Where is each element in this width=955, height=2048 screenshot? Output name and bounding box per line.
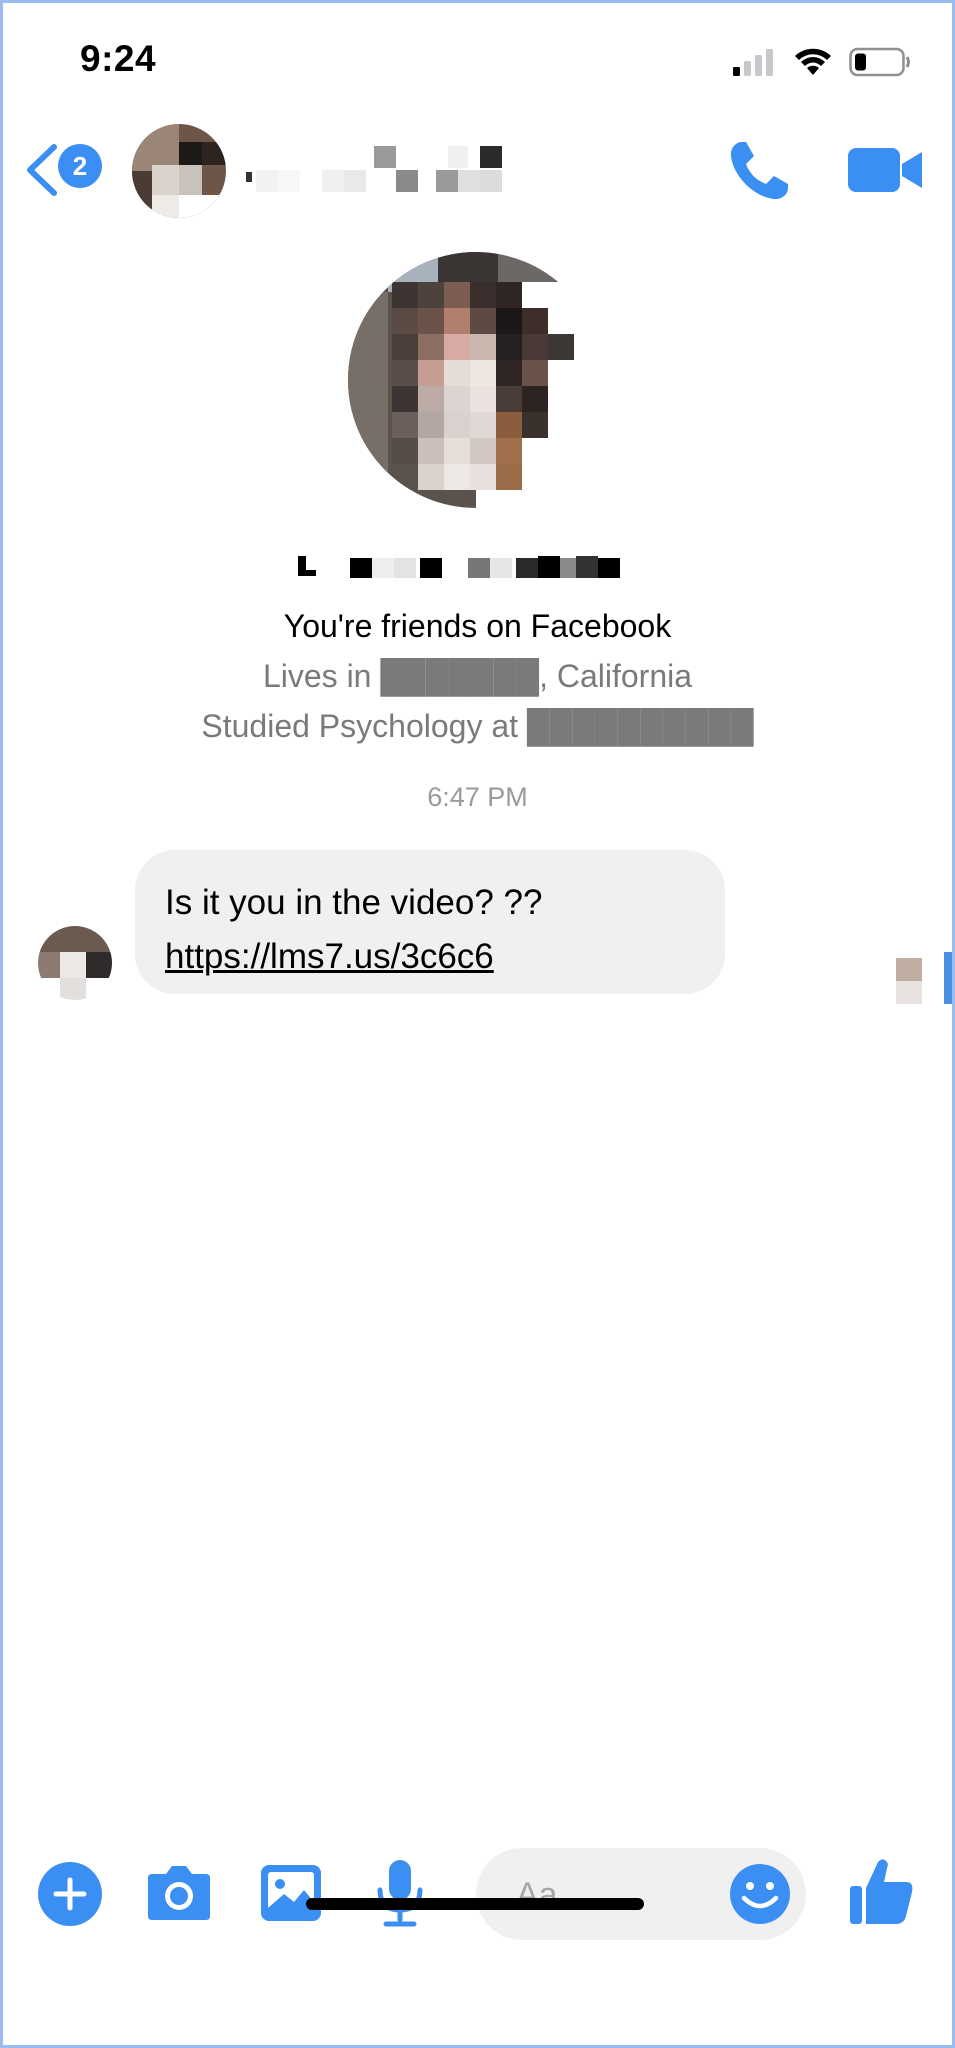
wifi-icon (795, 48, 831, 75)
profile-name-redacted (298, 548, 662, 584)
voice-call-button[interactable] (726, 138, 792, 204)
studied-at-text: Studied Psychology at ██████████ (201, 708, 754, 744)
image-icon (261, 1865, 321, 1921)
emoji-button[interactable] (728, 1862, 792, 1926)
battery-icon (849, 47, 910, 77)
message-timestamp: 6:47 PM (427, 782, 528, 812)
message-bubble[interactable]: Is it you in the video? ?? https://lms7.u… (135, 850, 725, 994)
microphone-icon (377, 1860, 423, 1927)
voice-message-button[interactable] (372, 1858, 428, 1928)
video-call-button[interactable] (848, 146, 922, 194)
sender-avatar[interactable] (38, 926, 112, 1000)
lives-in-text: Lives in ███████, California (262, 658, 693, 694)
camera-button[interactable] (144, 1862, 214, 1924)
pixelated-receipt-avatar (896, 958, 922, 1004)
pixelated-avatar-image (132, 124, 226, 218)
unread-count-badge: 2 (58, 144, 102, 188)
profile-photo[interactable] (348, 252, 604, 508)
status-time: 9:24 (80, 38, 157, 79)
contact-name-redacted[interactable] (238, 146, 518, 196)
smiley-icon (730, 1864, 790, 1924)
message-input[interactable] (514, 1870, 718, 1920)
read-receipt-avatar (896, 958, 922, 1004)
pixelated-profile-name (298, 556, 620, 578)
status-icons (731, 44, 911, 80)
phone-icon (730, 142, 788, 200)
pixelated-profile-image (348, 252, 604, 508)
thumbs-up-icon (850, 1859, 913, 1924)
video-camera-icon (848, 148, 922, 192)
scroll-edge-indicator (944, 952, 952, 1004)
photo-gallery-button[interactable] (258, 1862, 324, 1924)
message-link[interactable]: https://lms7.us/3c6c6 (165, 937, 494, 976)
friends-status-text: You're friends on Facebook (283, 608, 672, 644)
plus-icon (53, 1877, 87, 1911)
back-button[interactable]: 2 (24, 140, 104, 200)
message-input-container[interactable] (476, 1848, 806, 1940)
pixelated-sender-avatar (38, 926, 112, 1000)
cellular-signal-icon (733, 49, 773, 76)
contact-avatar[interactable] (132, 124, 226, 218)
chevron-left-icon (27, 144, 57, 196)
pixelated-name (246, 146, 502, 192)
camera-icon (148, 1866, 210, 1920)
home-indicator[interactable] (306, 1898, 644, 1910)
more-actions-button[interactable] (38, 1862, 102, 1926)
message-text: Is it you in the video? ?? (165, 883, 543, 922)
like-button[interactable] (848, 1856, 914, 1926)
